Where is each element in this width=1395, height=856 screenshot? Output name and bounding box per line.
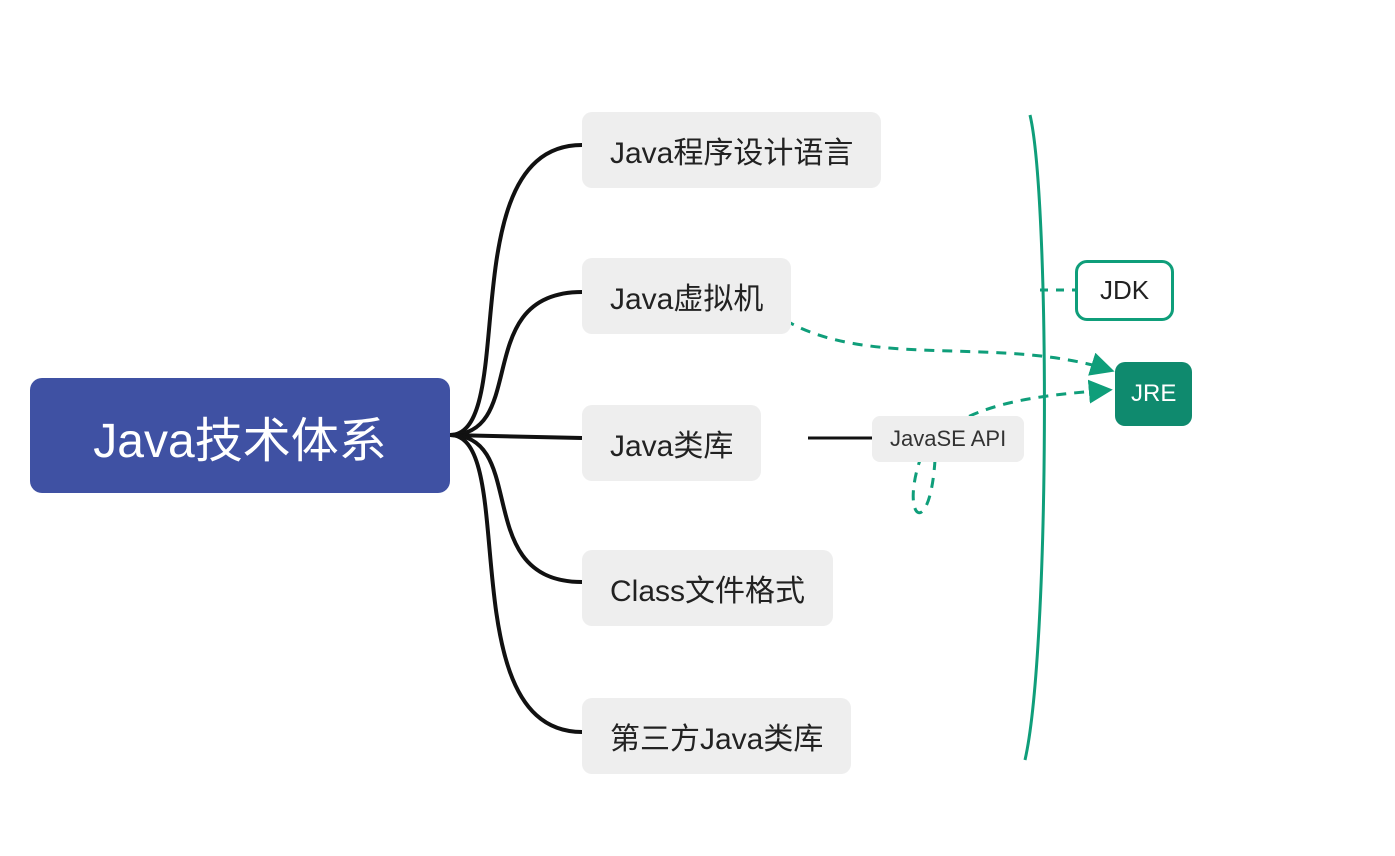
node-label: Java虚拟机 (610, 274, 763, 318)
jre-label: JRE (1131, 380, 1176, 408)
child-node-thirdparty[interactable]: 第三方Java类库 (582, 698, 851, 774)
node-label: 第三方Java类库 (610, 714, 823, 758)
annotation-jre[interactable]: JRE (1115, 362, 1192, 426)
child-node-vm[interactable]: Java虚拟机 (582, 258, 791, 334)
node-label: Class文件格式 (610, 566, 805, 610)
child-node-classfile[interactable]: Class文件格式 (582, 550, 833, 626)
node-label: Java类库 (610, 421, 733, 465)
root-node[interactable]: Java技术体系 (30, 378, 450, 493)
child-node-language[interactable]: Java程序设计语言 (582, 112, 881, 188)
node-label: Java程序设计语言 (610, 128, 853, 172)
node-label: JavaSE API (890, 426, 1006, 452)
root-label: Java技术体系 (93, 401, 386, 471)
child-node-classlib[interactable]: Java类库 (582, 405, 761, 481)
jdk-label: JDK (1100, 275, 1149, 306)
annotation-jdk[interactable]: JDK (1075, 260, 1174, 321)
subchild-node-javase[interactable]: JavaSE API (872, 416, 1024, 462)
mindmap-diagram: Java技术体系 Java程序设计语言 Java虚拟机 Java类库 Class… (0, 0, 1395, 856)
